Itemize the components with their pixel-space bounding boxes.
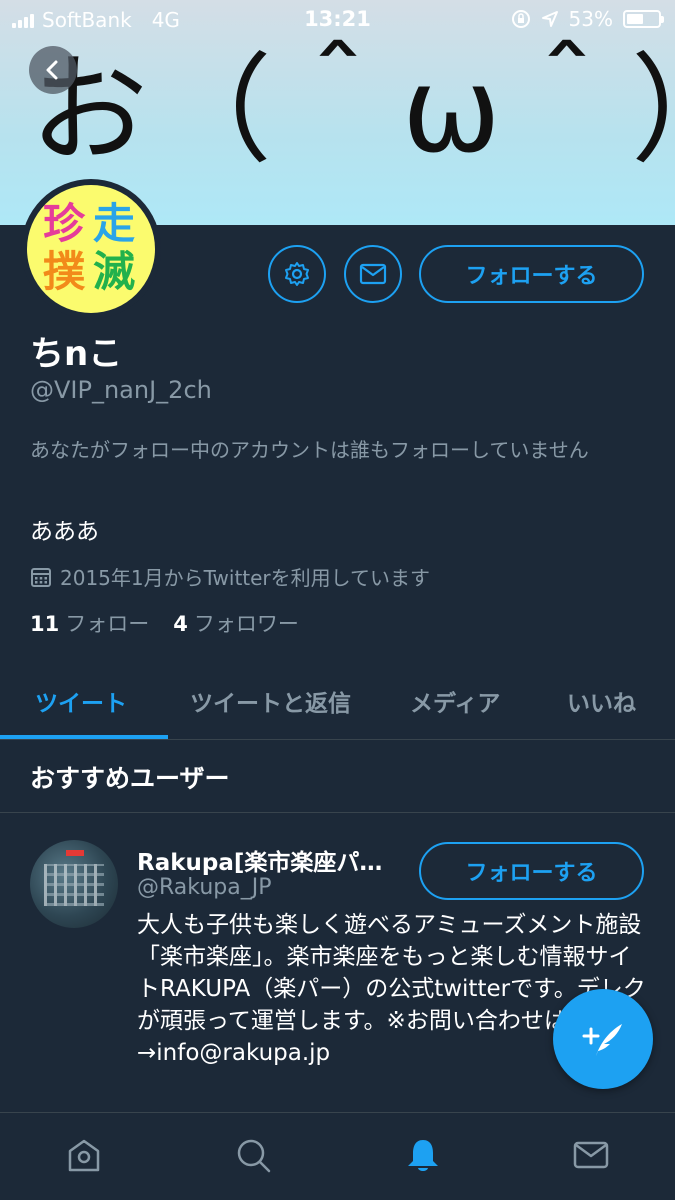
followed-by-note: あなたがフォロー中のアカウントは誰もフォローしていません bbox=[30, 438, 589, 462]
user-handle: @Rakupa_JP bbox=[137, 875, 272, 900]
display-name: ちnこ bbox=[30, 334, 123, 374]
followers-label: フォロワー bbox=[193, 612, 299, 636]
avatar-detail-shelves bbox=[44, 864, 104, 906]
notifications-bell-icon bbox=[408, 1140, 438, 1171]
followers-count: 4 bbox=[173, 612, 188, 636]
avatar-char-1: 珍 bbox=[43, 199, 86, 248]
joined-date: 2015年1月からTwitterを利用しています bbox=[30, 562, 430, 591]
orientation-lock-icon bbox=[511, 10, 530, 28]
back-arrow-icon bbox=[46, 60, 58, 80]
nav-messages[interactable] bbox=[569, 1133, 613, 1177]
nav-search[interactable] bbox=[231, 1133, 275, 1177]
avatar-char-2: 走 bbox=[93, 199, 136, 248]
compose-tweet-icon bbox=[582, 1024, 622, 1056]
home-icon bbox=[68, 1139, 100, 1172]
bottom-nav bbox=[0, 1112, 675, 1200]
calendar-icon bbox=[31, 567, 51, 587]
nav-notifications[interactable] bbox=[401, 1133, 445, 1177]
gear-icon bbox=[285, 262, 309, 286]
messages-icon bbox=[573, 1141, 609, 1169]
tab-tweets-and-replies[interactable]: ツイートと返信 bbox=[190, 684, 351, 718]
message-button[interactable] bbox=[344, 245, 402, 303]
tab-media[interactable]: メディア bbox=[410, 684, 500, 718]
profile-handle: @VIP_nanJ_2ch bbox=[30, 376, 212, 404]
back-button[interactable] bbox=[29, 46, 77, 94]
avatar-image: 珍 走 撲 滅 bbox=[27, 185, 155, 313]
avatar-detail-sign bbox=[66, 850, 84, 856]
status-right: 53% bbox=[511, 7, 664, 31]
profile-tabs: ツイート ツイートと返信 メディア いいね bbox=[0, 660, 675, 740]
recommended-header: おすすめユーザー bbox=[0, 741, 675, 813]
status-bar: SoftBank 4G 13:21 53% bbox=[0, 0, 675, 40]
envelope-icon bbox=[359, 263, 387, 285]
search-icon bbox=[237, 1139, 271, 1173]
battery-icon bbox=[623, 10, 664, 28]
follow-button[interactable]: フォローする bbox=[419, 245, 644, 303]
battery-percent: 53% bbox=[568, 7, 613, 31]
location-icon bbox=[541, 11, 558, 27]
user-name[interactable]: Rakupa[楽市楽座パ… bbox=[137, 843, 397, 877]
recommended-title: おすすめユーザー bbox=[30, 764, 230, 793]
followers-stat[interactable]: 4 フォロワー bbox=[173, 608, 299, 638]
nav-home[interactable] bbox=[62, 1133, 106, 1177]
joined-text: 2015年1月からTwitterを利用しています bbox=[60, 566, 431, 590]
profile-avatar[interactable]: 珍 走 撲 滅 bbox=[21, 179, 161, 319]
follow-stats: 11 フォロー 4 フォロワー bbox=[30, 608, 299, 638]
avatar-char-3: 撲 bbox=[43, 247, 86, 296]
compose-tweet-button[interactable] bbox=[553, 989, 653, 1089]
banner-text: お（＾ω＾） bbox=[30, 41, 675, 179]
user-follow-button[interactable]: フォローする bbox=[419, 842, 644, 900]
battery-fill bbox=[627, 14, 643, 24]
following-label: フォロー bbox=[65, 612, 150, 636]
settings-button[interactable] bbox=[268, 245, 326, 303]
profile-bio: あああ bbox=[30, 519, 99, 545]
following-count: 11 bbox=[30, 612, 60, 636]
tab-tweets[interactable]: ツイート bbox=[35, 684, 127, 718]
tab-likes[interactable]: いいね bbox=[567, 684, 636, 718]
active-tab-indicator bbox=[0, 735, 168, 739]
user-avatar[interactable] bbox=[30, 840, 118, 928]
following-stat[interactable]: 11 フォロー bbox=[30, 608, 149, 638]
avatar-char-4: 滅 bbox=[93, 247, 136, 296]
